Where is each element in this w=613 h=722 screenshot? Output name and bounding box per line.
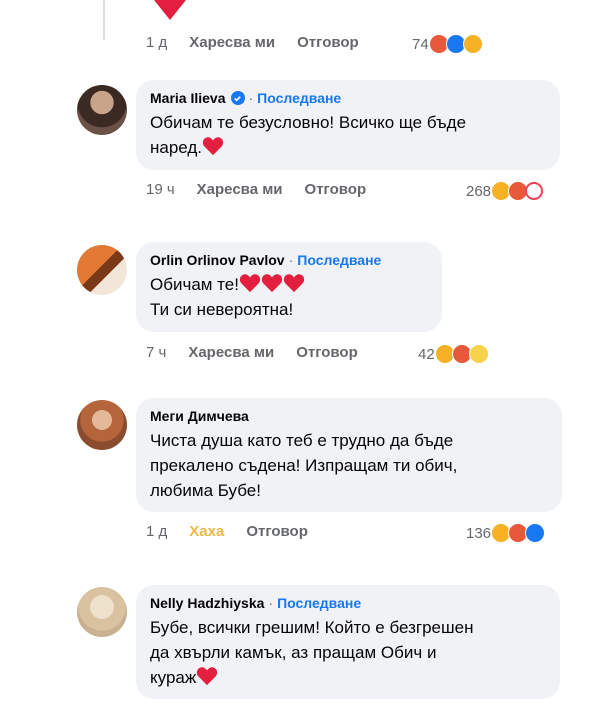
avatar[interactable] (77, 587, 127, 637)
heart-emoji-icon (154, 0, 186, 20)
comment-time: 1 д (146, 34, 168, 51)
like-button[interactable]: Хаха (189, 523, 224, 540)
reactions-summary[interactable]: 74 (412, 34, 483, 54)
avatar[interactable] (77, 400, 127, 450)
comment-bubble: Maria Ilieva · Последване Обичам те безу… (136, 80, 560, 170)
reactions-summary[interactable]: 136 (466, 523, 546, 543)
verified-badge-icon (230, 91, 245, 105)
heart-emoji-icon (261, 273, 283, 293)
commenter-name[interactable]: Maria Ilieva (150, 90, 226, 106)
comment-actions: 7 ч Харесва ми Отговор (146, 344, 358, 361)
reactions-summary[interactable]: 42 (418, 344, 489, 364)
follow-button[interactable]: Последване (277, 595, 361, 611)
like-button[interactable]: Харесва ми (189, 34, 275, 51)
heart-emoji-icon (196, 666, 218, 686)
avatar[interactable] (77, 85, 127, 135)
commenter-name[interactable]: Меги Димчева (150, 408, 249, 424)
separator: · (288, 252, 294, 268)
like-button[interactable]: Харесва ми (197, 181, 283, 198)
comment-text: Ти си невероятна! (150, 300, 294, 319)
comment-bubble: Orlin Orlinov Pavlov · Последване Обичам… (136, 242, 442, 332)
commenter-name[interactable]: Nelly Hadzhiyska (150, 595, 264, 611)
follow-button[interactable]: Последване (297, 252, 381, 268)
comment-bubble: Nelly Hadzhiyska · Последване Бубе, всич… (136, 585, 560, 699)
heart-emoji-icon (202, 136, 224, 156)
comment-time: 19 ч (146, 181, 175, 198)
like-button[interactable]: Харесва ми (188, 344, 274, 361)
reaction-count: 268 (466, 182, 492, 200)
reactions-summary[interactable]: 268 (466, 181, 544, 201)
comment-actions: 1 д Харесва ми Отговор (146, 34, 359, 51)
separator: · (268, 595, 274, 611)
comment-time: 7 ч (146, 344, 167, 361)
separator: · (248, 90, 254, 106)
heart-emoji-icon (239, 273, 261, 293)
comment-text: Чиста душа като теб е трудно да бъде пре… (150, 431, 458, 500)
follow-button[interactable]: Последване (257, 90, 341, 106)
love-icon (525, 182, 544, 200)
like-icon (525, 523, 546, 543)
reaction-count: 136 (466, 524, 492, 542)
comment-bubble: Меги Димчева Чиста душа като теб е трудн… (136, 398, 562, 512)
comment-time: 1 д (146, 523, 168, 540)
comment-text: Обичам те! (150, 275, 239, 294)
comment-actions: 1 д Хаха Отговор (146, 523, 308, 540)
heart-emoji-icon (283, 273, 305, 293)
comment-text: Обичам те безусловно! Всичко ще бъде нар… (150, 113, 467, 157)
reply-button[interactable]: Отговор (305, 181, 367, 198)
reply-button[interactable]: Отговор (246, 523, 308, 540)
reaction-count: 74 (412, 35, 429, 53)
avatar[interactable] (77, 245, 127, 295)
reaction-count: 42 (418, 345, 435, 363)
comment-actions: 19 ч Харесва ми Отговор (146, 181, 366, 198)
thread-line (103, 0, 105, 40)
reply-button[interactable]: Отговор (296, 344, 358, 361)
haha-icon (462, 34, 483, 54)
reply-button[interactable]: Отговор (297, 34, 359, 51)
sad-icon (468, 344, 489, 364)
commenter-name[interactable]: Orlin Orlinov Pavlov (150, 252, 285, 268)
